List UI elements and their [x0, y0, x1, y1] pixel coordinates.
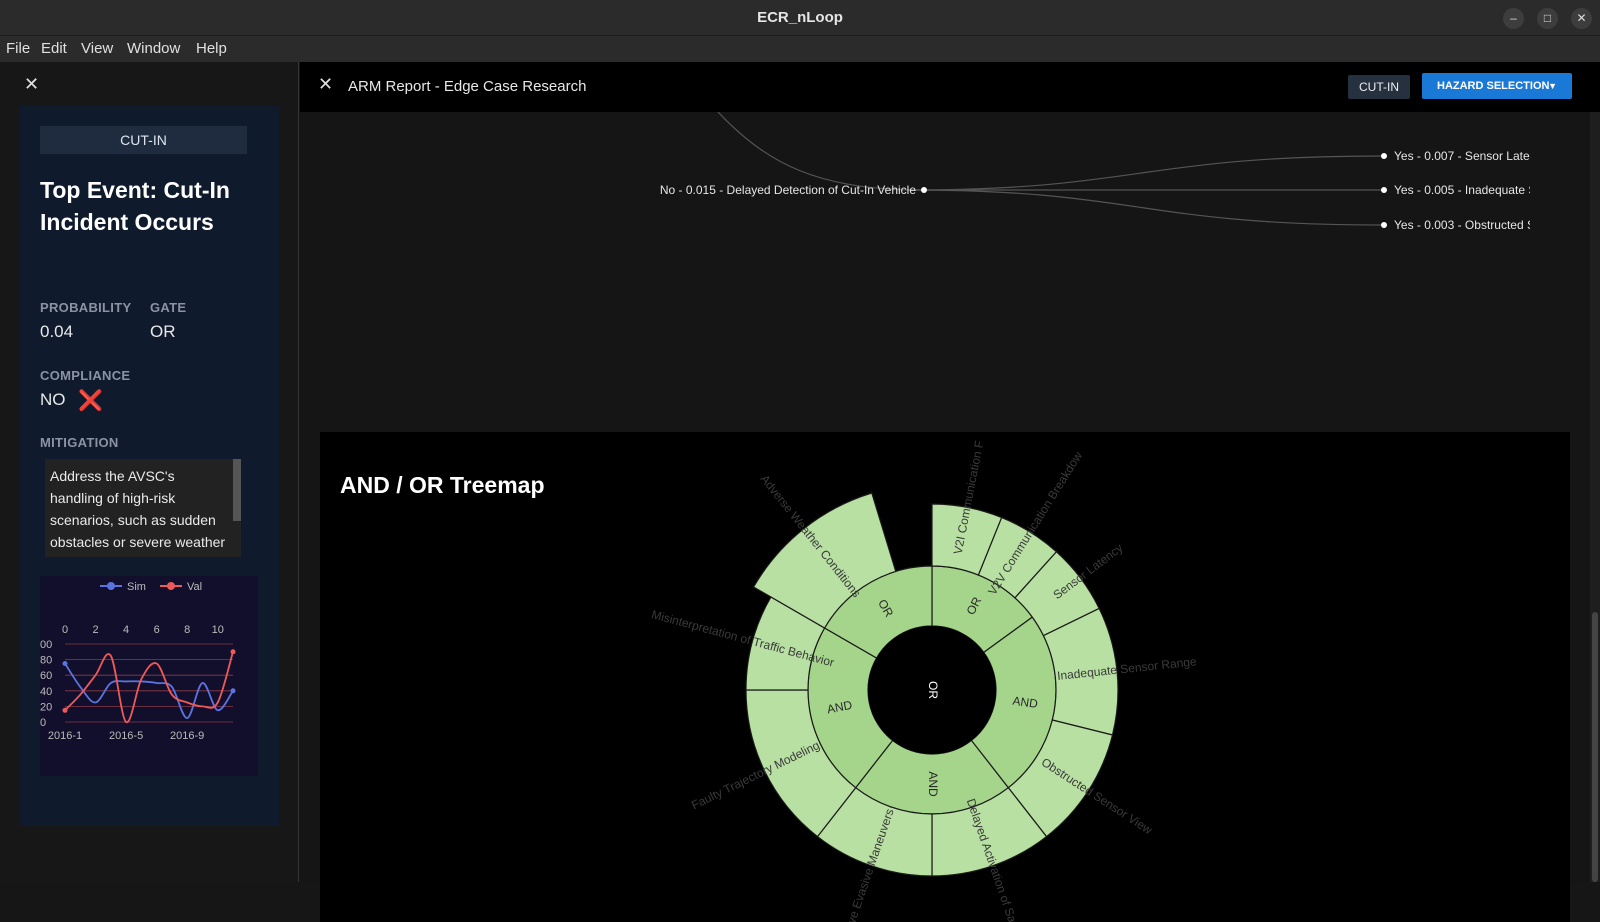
mitigation-label: MITIGATION [40, 435, 119, 450]
y-tick-label: 60 [40, 670, 52, 682]
report-header: ✕ ARM Report - Edge Case Research CUT-IN… [300, 62, 1600, 112]
menu-view[interactable]: View [81, 40, 113, 57]
mitigation-text: Address the AVSC's handling of high-risk… [50, 468, 226, 557]
x-tick-label-top: 2 [92, 624, 98, 636]
hazard-selection-button[interactable]: HAZARD SELECTION ▼ [1422, 73, 1572, 99]
y-tick-label: 0 [40, 717, 46, 729]
data-point[interactable] [230, 688, 236, 694]
event-detail-pane: ✕ CUT-IN Top Event: Cut-In Incident Occu… [0, 62, 299, 882]
report-scroll-thumb[interactable] [1592, 612, 1598, 882]
x-tick-label-bottom: 2016-1 [48, 730, 82, 742]
mitigation-scrollbar[interactable] [233, 459, 241, 521]
x-tick-label-bottom: 2016-9 [170, 730, 204, 742]
cutin-button[interactable]: CUT-IN [1348, 75, 1410, 99]
x-tick-label-top: 6 [154, 624, 160, 636]
compliance-value: NO [40, 390, 66, 409]
tree-node-child[interactable]: Yes - 0.005 - Inadequate Sensor Range [1394, 183, 1530, 197]
y-tick-label: 40 [40, 686, 52, 698]
maximize-button[interactable]: □ [1537, 8, 1558, 29]
probability-label: PROBABILITY [40, 300, 132, 315]
probability-value: 0.04 [40, 322, 74, 341]
caret-down-icon: ▼ [1548, 81, 1557, 91]
menu-help[interactable]: Help [196, 40, 227, 57]
menu-window[interactable]: Window [127, 40, 180, 57]
y-tick-label: 80 [40, 655, 52, 667]
report-scrollbar[interactable] [1590, 112, 1600, 882]
close-detail-icon[interactable]: ✕ [24, 74, 39, 95]
y-tick-label: 20 [40, 701, 52, 713]
menu-file[interactable]: File [6, 40, 30, 57]
data-point[interactable] [62, 707, 68, 713]
x-tick-label-top: 10 [212, 624, 224, 636]
minimize-button[interactable]: – [1503, 8, 1524, 29]
cross-mark-icon: ❌ [78, 390, 103, 412]
mitigation-textbox[interactable]: Address the AVSC's handling of high-risk… [45, 459, 241, 557]
gate-value: OR [150, 322, 176, 341]
compliance-label: COMPLIANCE [40, 368, 131, 383]
window-titlebar: ECR_nLoop – □ ✕ [0, 0, 1600, 36]
tree-node-dot[interactable] [1381, 153, 1387, 159]
sunburst-inner-label[interactable]: AND [926, 771, 940, 797]
sunburst-center-label: OR [926, 681, 940, 699]
gate-label: GATE [150, 300, 187, 315]
close-window-button[interactable]: ✕ [1571, 8, 1592, 29]
menu-edit[interactable]: Edit [41, 40, 67, 57]
tree-node-parent[interactable]: No - 0.015 - Delayed Detection of Cut-In… [650, 183, 916, 197]
legend-label[interactable]: Val [187, 581, 202, 593]
hazard-selection-label: HAZARD SELECTION [1437, 80, 1550, 92]
legend-marker [107, 582, 115, 590]
line-chart-svg: Sim Val020406080000 2 4 6 8 102016-1 2016-5 2016… [40, 581, 236, 742]
hazard-tag: CUT-IN [40, 126, 247, 154]
menu-bar: File Edit View Window Help [0, 36, 1600, 62]
x-tick-label-top: 0 [62, 624, 68, 636]
tree-node-dot[interactable] [921, 187, 927, 193]
legend-label[interactable]: Sim [127, 581, 146, 593]
tree-node-child[interactable]: Yes - 0.003 - Obstructed Sensor View [1394, 218, 1530, 232]
top-event-title: Top Event: Cut-In Incident Occurs [40, 177, 230, 235]
sunburst-svg: ORANDANDANDORV2I Communication FV2V Comm… [650, 439, 1198, 922]
tree-link [717, 112, 909, 191]
fault-tree: No - 0.015 - Delayed Detection of Cut-In… [300, 112, 1590, 412]
and-or-treemap: AND / OR Treemap OR AND AND AND OR V2I Commun… [320, 432, 1570, 922]
x-tick-label-top: 8 [184, 624, 190, 636]
tree-link [907, 155, 1385, 191]
report-title: ARM Report - Edge Case Research [348, 78, 587, 95]
sim-val-chart: Sim Val 0 20 40 60 80 00 0 2 4 6 8 10 2016-1 2016-5 2016… [40, 576, 258, 776]
series-line-val [64, 651, 234, 723]
legend-marker [167, 582, 175, 590]
x-tick-label-bottom: 2016-5 [109, 730, 143, 742]
tree-link [907, 189, 1385, 226]
report-pane: ✕ ARM Report - Edge Case Research CUT-IN… [300, 62, 1600, 922]
tree-node-dot[interactable] [1381, 222, 1387, 228]
event-card: CUT-IN Top Event: Cut-In Incident Occurs… [20, 106, 279, 826]
tree-node-dot[interactable] [1381, 187, 1387, 193]
close-report-icon[interactable]: ✕ [318, 74, 333, 95]
window-title: ECR_nLoop [757, 9, 843, 26]
x-tick-label-top: 4 [123, 624, 129, 636]
y-tick-label: 00 [40, 639, 52, 651]
data-point[interactable] [62, 661, 68, 666]
tree-node-child[interactable]: Yes - 0.007 - Sensor Latency [1394, 149, 1530, 163]
data-point[interactable] [230, 649, 236, 655]
